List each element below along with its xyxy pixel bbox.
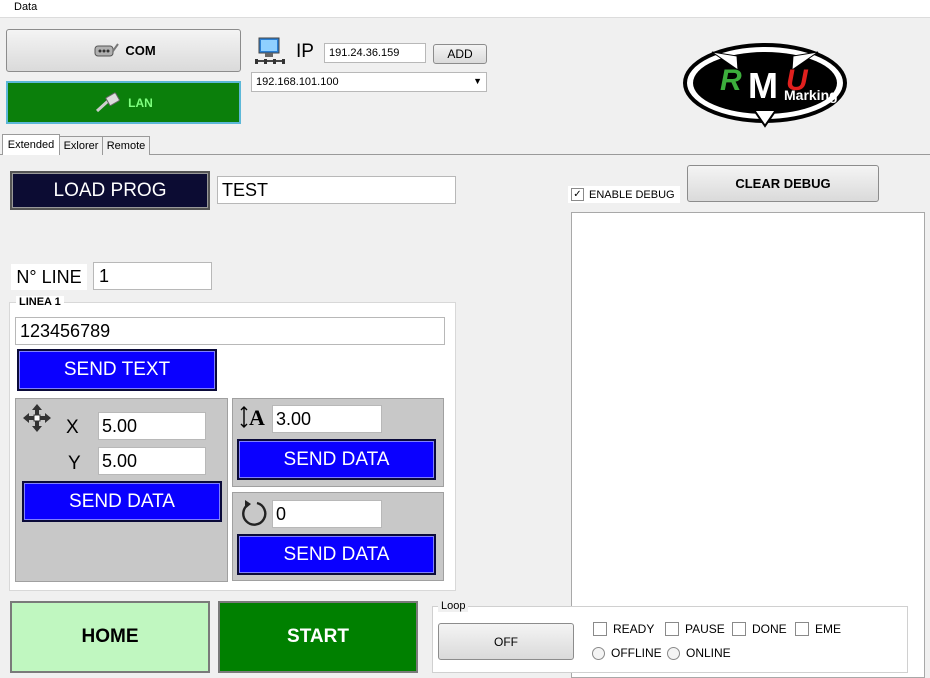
program-name-input[interactable]: TEST [217, 176, 456, 204]
line-text-input[interactable]: 123456789 [15, 317, 445, 345]
clear-debug-button[interactable]: CLEAR DEBUG [687, 165, 879, 202]
tab-extended[interactable]: Extended [2, 134, 60, 155]
computer-network-icon [255, 37, 285, 64]
done-label: DONE [752, 622, 787, 636]
send-rotation-button[interactable]: SEND DATA [237, 534, 436, 575]
eme-checkbox-box[interactable] [795, 622, 809, 636]
loop-group-label: Loop [438, 600, 469, 612]
rotate-icon [242, 500, 267, 526]
network-cable-icon [96, 91, 120, 112]
ip-select-value: 192.168.101.100 [256, 76, 339, 88]
add-ip-button[interactable]: ADD [433, 44, 487, 64]
loop-off-button[interactable]: OFF [438, 623, 574, 660]
chevron-down-icon[interactable]: ▼ [473, 76, 482, 86]
ip-label: IP [296, 41, 314, 62]
send-height-button[interactable]: SEND DATA [237, 439, 436, 480]
online-radio-dot[interactable] [667, 646, 680, 660]
logo-text: Marking [784, 87, 838, 103]
menu-bar: Data [0, 0, 930, 18]
rmu-marking-logo: R M U Marking [683, 43, 847, 128]
pause-checkbox-box[interactable] [665, 622, 679, 636]
com-label: COM [125, 43, 156, 58]
logo-letter-m: M [748, 65, 778, 106]
home-button[interactable]: HOME [10, 601, 210, 673]
online-radio[interactable]: ONLINE [667, 646, 731, 660]
move-arrows-icon [23, 404, 51, 432]
lan-button[interactable]: LAN [6, 81, 241, 124]
menu-item-data[interactable]: Data [14, 1, 37, 13]
offline-radio[interactable]: OFFLINE [592, 646, 662, 660]
logo-letter-r: R [720, 64, 742, 97]
text-height-icon: A [240, 405, 265, 429]
y-label: Y [68, 453, 81, 474]
checkmark-icon: ✓ [571, 188, 584, 201]
send-position-button[interactable]: SEND DATA [22, 481, 222, 522]
rotation-input[interactable]: 0 [272, 500, 382, 528]
height-input[interactable]: 3.00 [272, 405, 382, 433]
offline-radio-dot[interactable] [592, 646, 605, 660]
x-label: X [66, 417, 79, 438]
linea-group-label: LINEA 1 [16, 296, 64, 308]
send-text-button[interactable]: SEND TEXT [17, 349, 217, 391]
tab-remote[interactable]: Remote [102, 136, 150, 155]
ready-label: READY [613, 622, 655, 636]
done-checkbox[interactable]: DONE [732, 622, 787, 636]
tab-strip: Extended Exlorer Remote [0, 134, 300, 155]
line-number-label: N° LINE [11, 264, 87, 290]
pause-checkbox[interactable]: PAUSE [665, 622, 725, 636]
load-prog-button[interactable]: LOAD PROG [10, 171, 210, 210]
done-checkbox-box[interactable] [732, 622, 746, 636]
offline-label: OFFLINE [611, 646, 662, 660]
y-input[interactable]: 5.00 [98, 447, 206, 475]
eme-checkbox[interactable]: EME [795, 622, 841, 636]
svg-text:A: A [249, 405, 265, 429]
ready-checkbox[interactable]: READY [593, 622, 654, 636]
tab-explorer[interactable]: Exlorer [59, 136, 103, 155]
lan-label: LAN [128, 95, 153, 110]
enable-debug-checkbox[interactable]: ✓ ENABLE DEBUG [568, 186, 680, 203]
serial-port-icon [94, 42, 120, 56]
ip-select[interactable]: 192.168.101.100 ▼ [251, 72, 487, 92]
pause-label: PAUSE [685, 622, 725, 636]
eme-label: EME [815, 622, 842, 636]
ready-checkbox-box[interactable] [593, 622, 607, 636]
online-label: ONLINE [686, 646, 731, 660]
enable-debug-label: ENABLE DEBUG [589, 188, 675, 201]
x-input[interactable]: 5.00 [98, 412, 206, 440]
start-button[interactable]: START [218, 601, 418, 673]
com-button[interactable]: COM [6, 29, 241, 72]
line-number-input[interactable]: 1 [93, 262, 212, 290]
ip-input[interactable]: 191.24.36.159 [324, 43, 426, 63]
